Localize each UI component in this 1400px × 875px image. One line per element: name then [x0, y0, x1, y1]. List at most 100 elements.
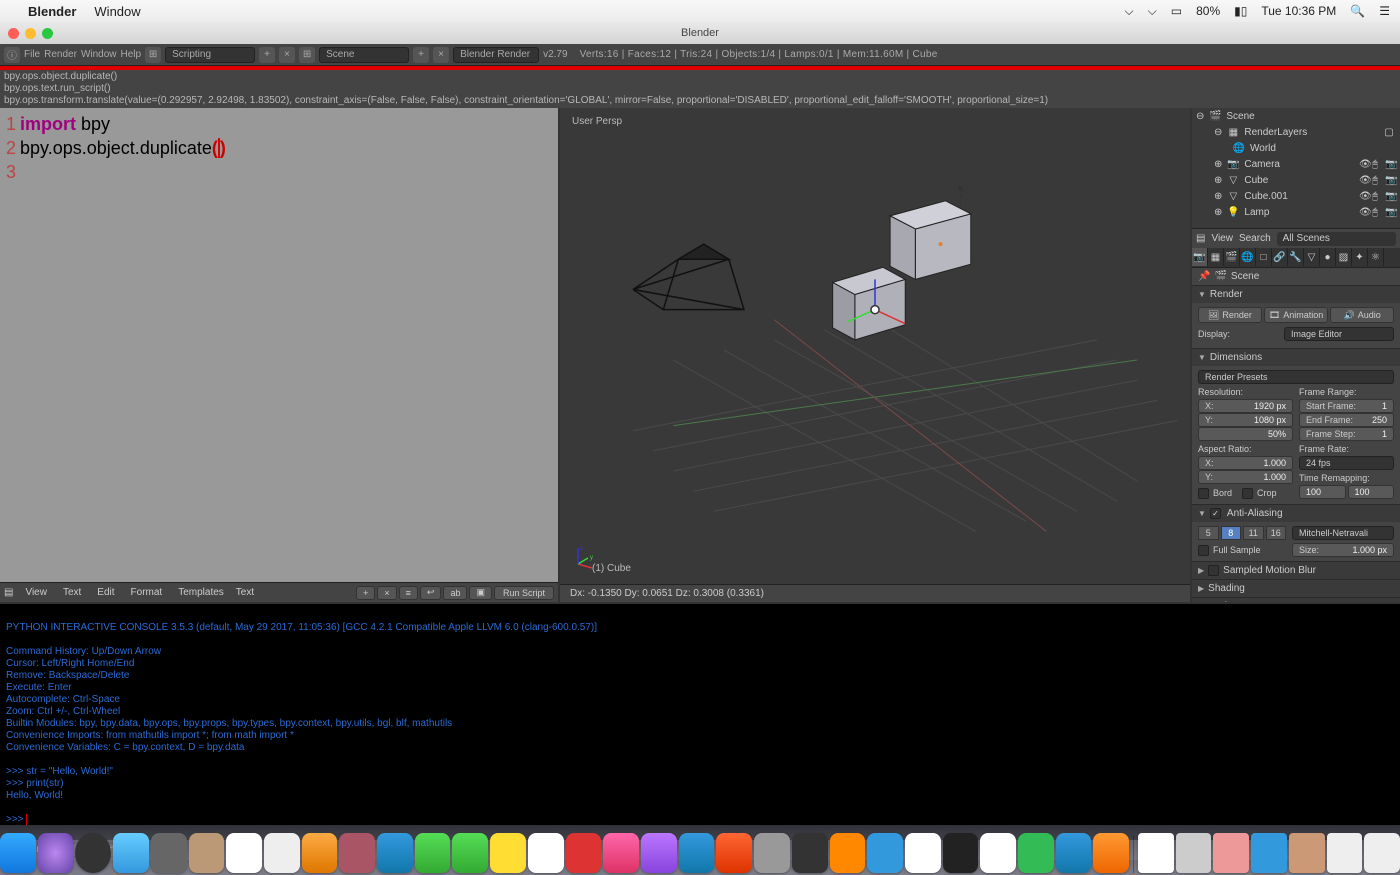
scene-browse-icon[interactable]: ⊞ — [299, 47, 315, 63]
app-icon[interactable] — [1018, 833, 1054, 873]
messages-app-icon[interactable] — [415, 833, 451, 873]
toggle-linenum-icon[interactable]: ≡ — [399, 586, 418, 600]
outliner-item[interactable]: ⊕📷Camera👁🖰📷 — [1192, 156, 1400, 172]
wifi-icon[interactable]: ⌵ — [1148, 4, 1157, 19]
close-window-button[interactable] — [8, 28, 19, 39]
te-edit-menu[interactable]: Edit — [93, 587, 118, 598]
app-icon[interactable] — [716, 833, 752, 873]
data-tab-icon[interactable]: ▽ — [1304, 248, 1320, 266]
cursor-icon[interactable]: 🖰 — [1372, 175, 1383, 186]
cursor-icon[interactable]: 🖰 — [1372, 159, 1383, 170]
zoom-window-button[interactable] — [42, 28, 53, 39]
te-templates-menu[interactable]: Templates — [174, 587, 228, 598]
terminal-app-icon[interactable] — [943, 833, 979, 873]
eye-icon[interactable]: 👁 — [1359, 159, 1370, 170]
particles-tab-icon[interactable]: ✦ — [1352, 248, 1368, 266]
dock-stack[interactable] — [1213, 833, 1249, 873]
constraints-tab-icon[interactable]: 🔗 — [1272, 248, 1288, 266]
eye-icon[interactable]: 👁 — [1359, 207, 1370, 218]
app-icon[interactable] — [867, 833, 903, 873]
layout-browse-icon[interactable]: ⊞ — [145, 47, 161, 63]
res-x-field[interactable]: X:1920 px — [1198, 399, 1293, 413]
dock-stack[interactable] — [1176, 833, 1212, 873]
res-y-field[interactable]: Y:1080 px — [1198, 413, 1293, 427]
crop-checkbox[interactable] — [1242, 488, 1253, 499]
bluetooth-icon[interactable]: ⌵ — [1125, 4, 1134, 19]
notes-app-icon[interactable] — [490, 833, 526, 873]
render-button[interactable]: 🖼Render — [1198, 307, 1262, 323]
cursor-icon[interactable]: 🖰 — [1372, 191, 1383, 202]
aa-filter-dropdown[interactable]: Mitchell-Netravali — [1292, 526, 1394, 540]
world-tab-icon[interactable]: 🌐 — [1240, 248, 1256, 266]
app-icon[interactable] — [566, 833, 602, 873]
menu-extras-icon[interactable]: ☰ — [1379, 4, 1390, 18]
scene-add-icon[interactable]: + — [413, 47, 429, 63]
text-datablock[interactable]: Text — [236, 587, 326, 598]
render-icon[interactable]: 📷 — [1385, 207, 1396, 218]
aa-panel-header[interactable]: ▼Anti-Aliasing — [1192, 504, 1400, 522]
airplay-icon[interactable]: ▭ — [1171, 4, 1182, 18]
animation-button[interactable]: 🎞Animation — [1264, 307, 1328, 323]
text-editor-type-icon[interactable]: ▤ — [4, 587, 13, 598]
3d-viewport[interactable]: User Persp — [560, 108, 1192, 602]
reminders-app-icon[interactable] — [528, 833, 564, 873]
chrome-app-icon[interactable] — [905, 833, 941, 873]
ibooks-app-icon[interactable] — [302, 833, 338, 873]
cursor-icon[interactable]: 🖰 — [1372, 207, 1383, 218]
frame-step-field[interactable]: Frame Step:1 — [1299, 427, 1394, 441]
remap-new-field[interactable]: 100 — [1348, 485, 1395, 499]
run-script-button[interactable]: Run Script — [494, 586, 554, 600]
toggle-syntax-icon[interactable]: ab — [443, 586, 467, 600]
finder-app-icon[interactable] — [0, 833, 36, 873]
screen-layout-dropdown[interactable]: Scripting — [165, 47, 255, 63]
calendar-app-icon[interactable] — [226, 833, 262, 873]
render-icon[interactable]: 📷 — [1385, 175, 1396, 186]
render-icon[interactable]: 📷 — [1385, 191, 1396, 202]
render-panel-header[interactable]: ▼Render — [1192, 285, 1400, 303]
display-mode-dropdown[interactable]: Image Editor — [1284, 327, 1394, 341]
aa-11[interactable]: 11 — [1243, 526, 1264, 540]
scene-dropdown[interactable]: Scene — [319, 47, 409, 63]
dock-stack[interactable] — [1327, 833, 1363, 873]
window-menu[interactable]: Window — [94, 4, 140, 19]
renderlayers-tab-icon[interactable]: ▦ — [1208, 248, 1224, 266]
te-view-menu[interactable]: View — [21, 587, 51, 598]
contacts-app-icon[interactable] — [189, 833, 225, 873]
facetime-app-icon[interactable] — [452, 833, 488, 873]
physics-tab-icon[interactable]: ⚛ — [1368, 248, 1384, 266]
battery-icon[interactable]: ▮▯ — [1234, 4, 1247, 18]
outliner-scene[interactable]: ⊖🎬Scene — [1192, 108, 1400, 124]
render-presets-dropdown[interactable]: Render Presets — [1198, 370, 1394, 384]
object-tab-icon[interactable]: □ — [1256, 248, 1272, 266]
renderlayer-icon[interactable]: ▢ — [1382, 125, 1396, 139]
layout-add-icon[interactable]: + — [259, 47, 275, 63]
dock-stack[interactable] — [1251, 833, 1287, 873]
eye-icon[interactable]: 👁 — [1359, 191, 1370, 202]
render-menu[interactable]: Render — [44, 49, 77, 60]
render-tab-icon[interactable]: 📷 — [1192, 248, 1208, 266]
aspect-y-field[interactable]: Y:1.000 — [1198, 470, 1293, 484]
launchpad-app-icon[interactable] — [75, 833, 111, 873]
text-add-icon[interactable]: + — [356, 586, 375, 600]
dimensions-panel-header[interactable]: ▼Dimensions — [1192, 348, 1400, 366]
window-menu-2[interactable]: Window — [81, 49, 117, 60]
aa-size-field[interactable]: Size:1.000 px — [1292, 543, 1394, 557]
outliner-type-icon[interactable]: ▤ — [1196, 233, 1205, 244]
te-text-menu[interactable]: Text — [59, 587, 85, 598]
audio-button[interactable]: 🔊Audio — [1330, 307, 1394, 323]
modifiers-tab-icon[interactable]: 🔧 — [1288, 248, 1304, 266]
app-icon[interactable] — [339, 833, 375, 873]
aspect-x-field[interactable]: X:1.000 — [1198, 456, 1293, 470]
res-pct-field[interactable]: 50% — [1198, 427, 1293, 441]
app-icon[interactable] — [151, 833, 187, 873]
code-editor[interactable]: 1import bpy 2bpy.ops.object.duplicate() … — [0, 108, 558, 582]
shading-panel-header[interactable]: ▶Shading — [1192, 579, 1400, 597]
python-console[interactable]: PYTHON INTERACTIVE CONSOLE 3.5.3 (defaul… — [0, 602, 1400, 860]
outliner-item[interactable]: ⊕💡Lamp👁🖰📷 — [1192, 204, 1400, 220]
border-checkbox[interactable] — [1198, 488, 1209, 499]
start-frame-field[interactable]: Start Frame:1 — [1299, 399, 1394, 413]
clock[interactable]: Tue 10:36 PM — [1261, 4, 1336, 18]
help-menu[interactable]: Help — [121, 49, 142, 60]
app-menu[interactable]: Blender — [28, 4, 76, 19]
material-tab-icon[interactable]: ● — [1320, 248, 1336, 266]
